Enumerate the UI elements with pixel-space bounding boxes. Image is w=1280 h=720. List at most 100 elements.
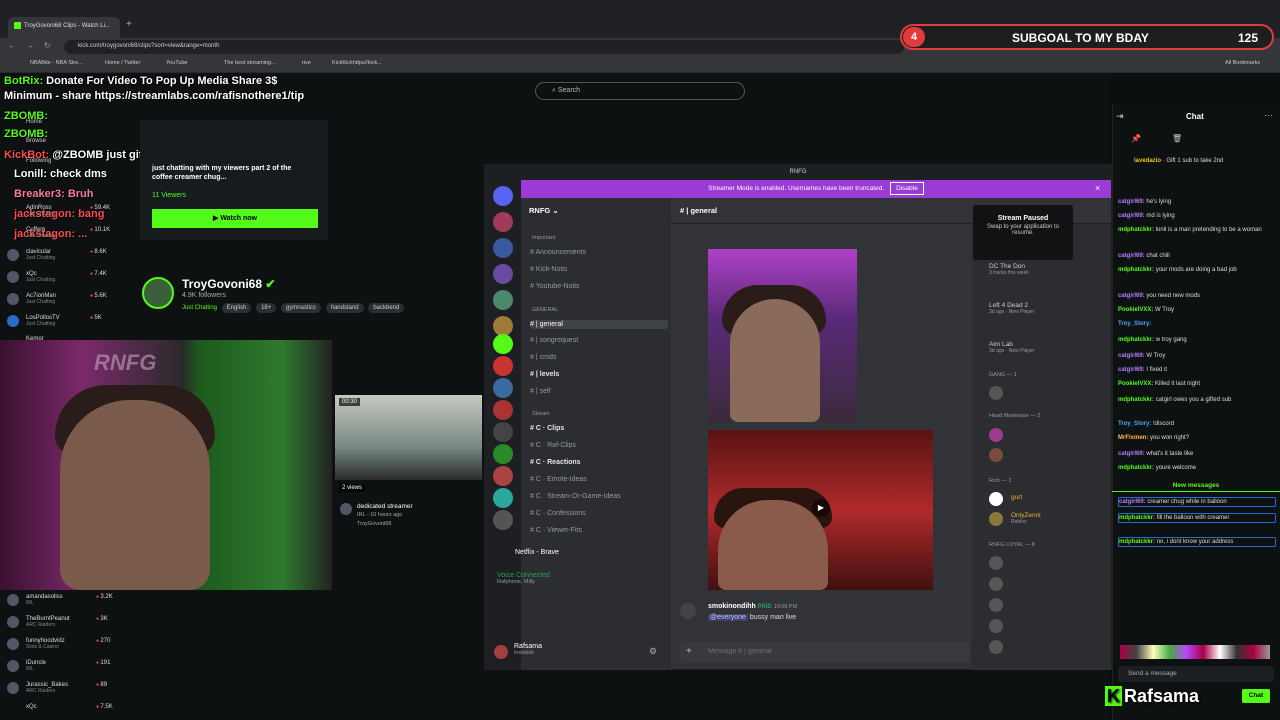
server-icon[interactable]: [493, 510, 513, 530]
nav-home[interactable]: Home: [26, 119, 42, 125]
bookmark-4[interactable]: The best streaming...: [224, 60, 276, 66]
server-icon[interactable]: [493, 212, 513, 232]
bookmark-2[interactable]: Home / Twitter: [105, 60, 140, 66]
chat-username[interactable]: catgirl69:: [1118, 451, 1145, 457]
new-tab-button[interactable]: +: [126, 19, 132, 30]
member-gurt[interactable]: gurt: [1011, 494, 1022, 501]
reload-icon[interactable]: ↻: [44, 41, 51, 50]
channel-clips[interactable]: # C · Clips: [530, 425, 668, 432]
chat-username[interactable]: catgirl69:: [1118, 199, 1145, 205]
avatar[interactable]: [989, 386, 1003, 400]
channel-reactions[interactable]: # C · Reactions: [530, 459, 668, 466]
chat-username[interactable]: mdphatckkr:: [1119, 539, 1155, 545]
chat-username[interactable]: PookielVXX:: [1118, 307, 1153, 313]
avatar[interactable]: [989, 492, 1003, 506]
chat-username[interactable]: catgirl69:: [1118, 367, 1145, 373]
tag-3[interactable]: gymnastics: [280, 303, 321, 313]
bookmark-5[interactable]: rive: [302, 60, 311, 66]
user-avatar[interactable]: [494, 645, 508, 659]
bookmark-6[interactable]: KickKickhttps//kick...: [332, 60, 382, 66]
avatar[interactable]: [989, 640, 1003, 654]
channel-kick-notis[interactable]: # Kick-Notis: [530, 266, 668, 273]
server-icon[interactable]: [493, 488, 513, 508]
chat-username[interactable]: mdphatckkr:: [1118, 465, 1154, 471]
avatar[interactable]: [989, 598, 1003, 612]
avatar[interactable]: [989, 619, 1003, 633]
channel-confessions[interactable]: # C · Confessions: [530, 510, 668, 517]
new-messages-divider[interactable]: New messages: [1112, 482, 1280, 492]
watch-now-button[interactable]: ▶ Watch now: [152, 209, 318, 228]
voice-status[interactable]: Voice Connected Rafphone, Milly: [497, 572, 550, 585]
avatar[interactable]: [989, 512, 1003, 526]
trash-icon[interactable]: 🗑: [1172, 134, 1182, 143]
server-icon[interactable]: [493, 422, 513, 442]
member-3[interactable]: Aim Lab 3d ago · New Player: [989, 341, 1034, 354]
tag-category[interactable]: Just Chatting: [182, 303, 217, 313]
side-channel-5[interactable]: Ac7ionMan Just Chatting: [26, 293, 56, 305]
chat-username[interactable]: mdphatckkr:: [1119, 515, 1155, 521]
clip-info[interactable]: dedicated streamer IRL - 10 hours ago Tr…: [357, 502, 413, 529]
server-icon[interactable]: [493, 400, 513, 420]
channel-emote-ideas[interactable]: # C · Emote-Ideas: [530, 476, 668, 483]
server-icon[interactable]: [493, 290, 513, 310]
pin-icon[interactable]: 📌: [1131, 134, 1141, 143]
category-general[interactable]: GENERAL: [532, 307, 558, 313]
side-channel-3[interactable]: clavicular Just Chatting: [26, 249, 55, 261]
all-bookmarks[interactable]: All Bookmarks: [1225, 60, 1260, 66]
play-icon[interactable]: ▶: [812, 499, 830, 517]
disable-button[interactable]: Disable: [890, 182, 924, 195]
forward-icon[interactable]: →: [26, 41, 34, 50]
back-icon[interactable]: ←: [8, 41, 16, 50]
side-channel-4[interactable]: xQc Just Chatting: [26, 271, 55, 283]
channel-cmds[interactable]: # | cmds: [530, 354, 668, 361]
server-icon[interactable]: [493, 444, 513, 464]
avatar[interactable]: [989, 448, 1003, 462]
banner-close-icon[interactable]: ×: [1095, 183, 1100, 193]
side-channel-b4[interactable]: iDuncle IRL: [26, 660, 46, 672]
chat-username[interactable]: catgirl69:: [1118, 353, 1145, 359]
side-channel-b2[interactable]: TheBurntPeanut ARC Raiders: [26, 616, 70, 628]
channel-announcements[interactable]: # Announcements: [530, 249, 668, 256]
chat-username[interactable]: Troy_Story:: [1118, 321, 1151, 327]
channel-general[interactable]: # | general: [530, 320, 668, 329]
side-channel-2[interactable]: Cuffem Just Chatting: [26, 227, 55, 239]
server-name[interactable]: RNFG ⌄: [529, 206, 559, 215]
tag-5[interactable]: backbend: [368, 303, 405, 313]
collapse-chat-icon[interactable]: ⇥: [1116, 111, 1124, 122]
chat-username[interactable]: mdphatckkr:: [1118, 397, 1154, 403]
member-onlyzenni[interactable]: OnlyZenni Roblox: [1011, 512, 1041, 525]
channel-self[interactable]: # | self: [530, 388, 668, 395]
bookmark-3[interactable]: YouTube: [166, 60, 188, 66]
server-icon[interactable]: [493, 238, 513, 258]
gift-banner[interactable]: lavedazio · Gift 1 sub to take 2nd: [1134, 158, 1223, 164]
server-icon[interactable]: [493, 316, 513, 336]
tag-1[interactable]: English: [221, 303, 252, 313]
avatar[interactable]: [989, 556, 1003, 570]
chat-username[interactable]: catgirl69:: [1118, 293, 1145, 299]
stream-tile-1[interactable]: [708, 249, 857, 422]
side-channel-b3[interactable]: funnyhoodvidz Slots & Casino: [26, 638, 65, 650]
chat-username[interactable]: mdphatckkr:: [1118, 337, 1154, 343]
server-icon[interactable]: [493, 356, 513, 376]
server-icon[interactable]: [493, 264, 513, 284]
chat-username[interactable]: MrFixmen:: [1118, 435, 1148, 441]
add-attachment-icon[interactable]: +: [686, 646, 692, 657]
channel-levels[interactable]: # | levels: [530, 371, 668, 378]
channel-raf-clips[interactable]: # C · Raf-Clips: [530, 442, 668, 449]
activity-netflix[interactable]: Netflix - Brave: [515, 549, 559, 556]
member-1[interactable]: DC The Don 3 tracks this week: [989, 263, 1029, 276]
side-channel-b5[interactable]: Jurassic_Bakes ARC Raiders: [26, 682, 68, 694]
tag-4[interactable]: handstand: [325, 303, 364, 313]
tag-2[interactable]: 18+: [256, 303, 277, 313]
bookmark-1[interactable]: NBABite - NBA Stre...: [30, 60, 83, 66]
send-chat-button[interactable]: Chat: [1242, 689, 1270, 703]
side-channel-6[interactable]: LosPollosTV Just Chatting: [26, 315, 60, 327]
channel-viewer-fits[interactable]: # C · Viewer-Fits: [530, 527, 668, 534]
nav-browse[interactable]: Browse: [26, 138, 46, 144]
side-channel-b6[interactable]: xQc: [26, 704, 37, 710]
avatar[interactable]: [680, 603, 696, 619]
member-2[interactable]: Left 4 Dead 2 3d ago · New Player: [989, 302, 1034, 315]
clip-thumbnail[interactable]: [335, 395, 482, 480]
nav-following[interactable]: Following: [26, 158, 51, 164]
emote-strip[interactable]: [1120, 645, 1270, 659]
